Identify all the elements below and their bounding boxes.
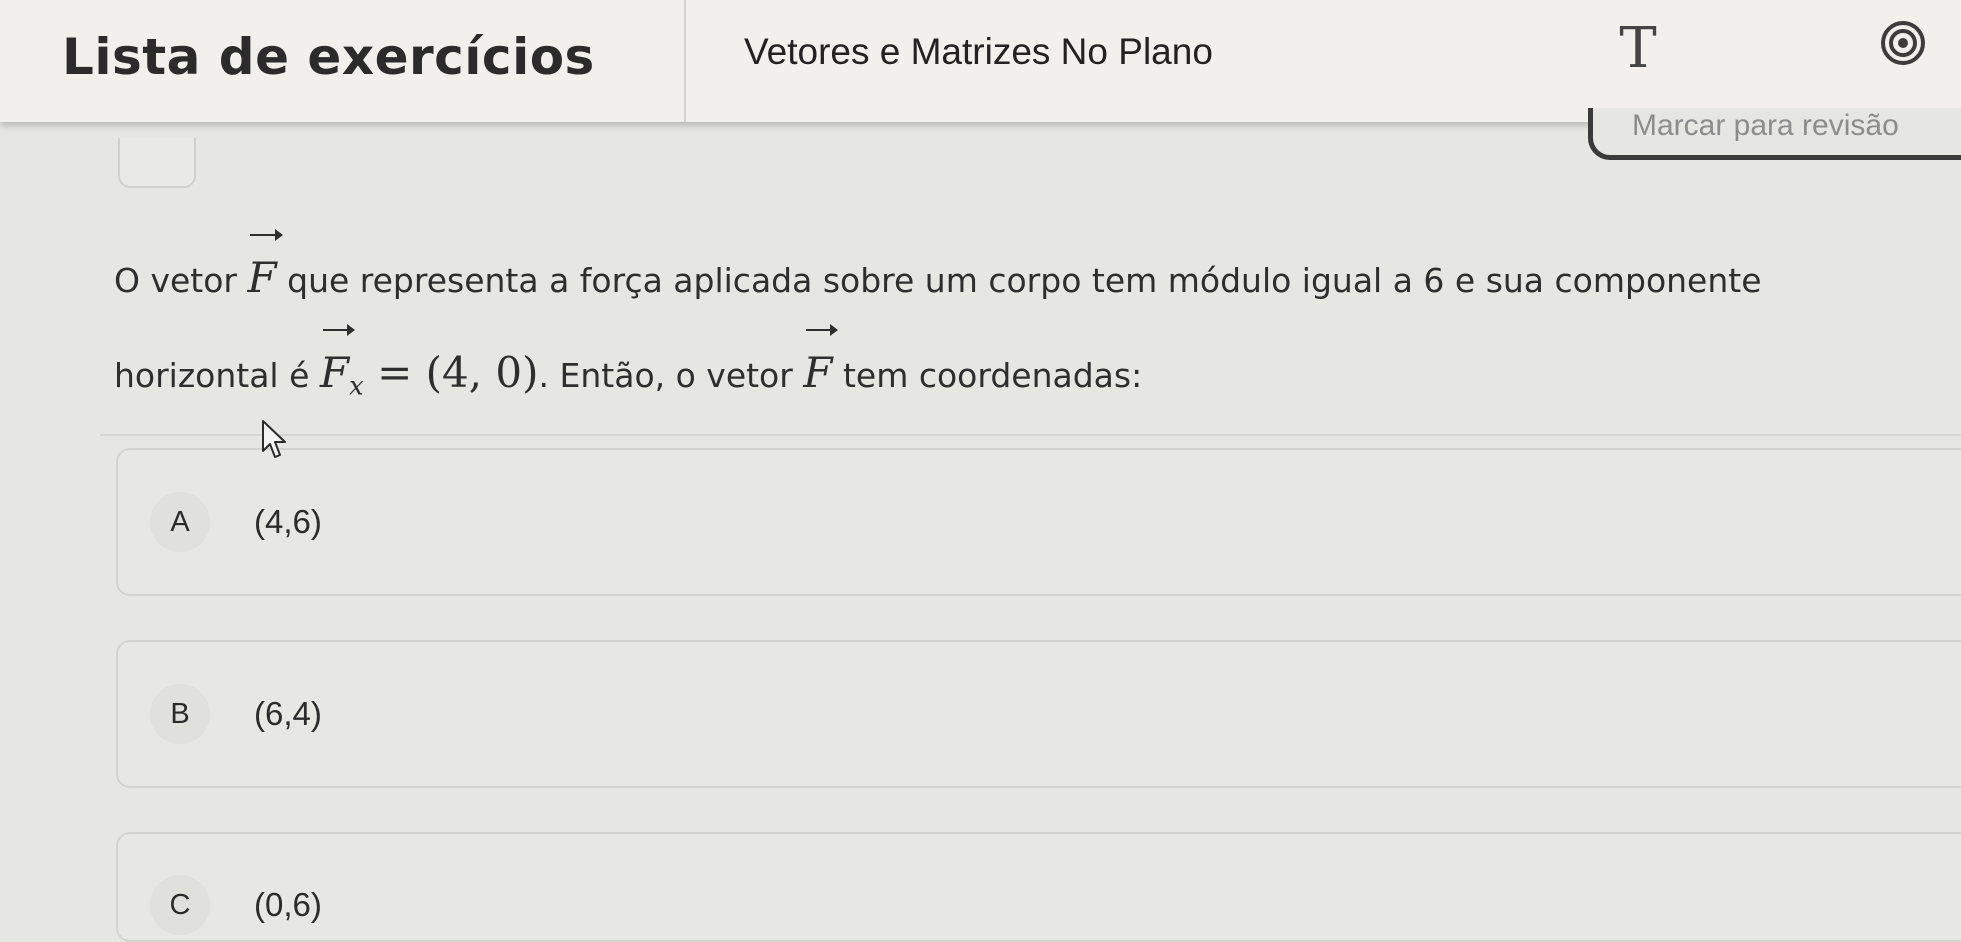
vector-fx-value: = (4, 0) (363, 348, 539, 397)
target-button[interactable] (1880, 20, 1926, 66)
vector-fx-subscript: x (349, 371, 364, 402)
target-icon (1881, 21, 1925, 65)
text-size-icon: T (1619, 16, 1657, 81)
question-part-1: O vetor (114, 261, 248, 300)
vector-f-symbol-2: F (803, 324, 839, 419)
header-bar: Lista de exercícios Vetores e Matrizes N… (0, 0, 1961, 122)
text-size-button[interactable]: T (1608, 18, 1668, 80)
question-text: O vetor F que representa a força aplicad… (114, 229, 1874, 433)
page-title: Lista de exercícios (62, 28, 595, 86)
option-c[interactable]: C (0,6) (116, 832, 1961, 942)
option-value-a: (4,6) (254, 503, 322, 540)
option-value-c: (0,6) (254, 886, 322, 923)
vector-f-symbol: F (247, 229, 283, 324)
option-letter-a: A (150, 492, 210, 552)
question-number-tab[interactable] (118, 138, 196, 188)
mark-review-label: Marcar para revisão (1632, 109, 1899, 142)
option-letter-b: B (150, 684, 210, 744)
option-b[interactable]: B (6,4) (116, 640, 1961, 788)
option-value-b: (6,4) (254, 695, 322, 732)
mouse-cursor-icon (262, 420, 286, 458)
vector-fx-symbol: F (320, 324, 356, 419)
question-part-4: tem coordenadas: (832, 356, 1143, 395)
option-letter-c: C (150, 875, 210, 935)
option-a[interactable]: A (4,6) (116, 448, 1961, 596)
header-divider (684, 0, 686, 122)
options-divider (100, 434, 1961, 436)
question-part-3: . Então, o vetor (538, 356, 804, 395)
page-subtitle: Vetores e Matrizes No Plano (744, 31, 1213, 72)
